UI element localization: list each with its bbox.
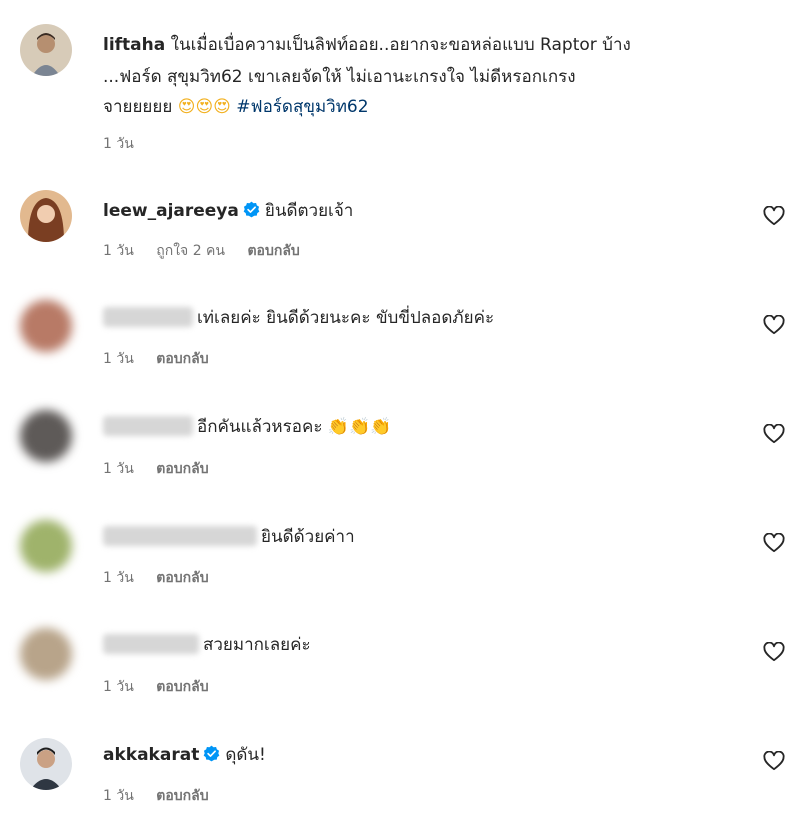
blurred-username — [103, 634, 199, 654]
comment-meta: 1 วัน ถูกใจ 2 คน ตอบกลับ — [103, 240, 318, 262]
avatar[interactable] — [20, 300, 72, 352]
comment-time[interactable]: 1 วัน — [103, 788, 134, 804]
comment-time[interactable]: 1 วัน — [103, 136, 134, 152]
like-heart-icon[interactable] — [763, 315, 785, 335]
avatar[interactable] — [20, 738, 72, 790]
comment-text-line: akkakarat ดุดัน! — [103, 740, 266, 770]
comment-text-line: จายยยยย 😍😍😍 #ฟอร์ดสุขุมวิท62 — [103, 92, 369, 122]
like-heart-icon[interactable] — [763, 206, 785, 226]
comment-time[interactable]: 1 วัน — [103, 570, 134, 586]
comment-text-line: leew_ajareeya ยินดีตวยเจ้า — [103, 196, 353, 226]
comment-text-line: liftaha ในเมื่อเบื่อความเป็นลิฟท์ออย..อย… — [103, 30, 631, 60]
comment-meta: 1 วัน ตอบกลับ — [103, 785, 227, 807]
comment-meta: 1 วัน ตอบกลับ — [103, 676, 227, 698]
hashtag-link[interactable]: #ฟอร์ดสุขุมวิท62 — [236, 97, 368, 117]
avatar[interactable] — [20, 520, 72, 572]
clapping-hands-emoji: 👏👏👏 — [327, 417, 392, 437]
avatar[interactable] — [20, 410, 72, 462]
comment-username[interactable]: liftaha — [103, 35, 165, 55]
comment-time[interactable]: 1 วัน — [103, 679, 134, 695]
comment-text-line: อีกคันแล้วหรอคะ 👏👏👏 — [103, 412, 391, 442]
avatar[interactable] — [20, 24, 72, 76]
reply-button[interactable]: ตอบกลับ — [156, 351, 208, 367]
comment-time[interactable]: 1 วัน — [103, 351, 134, 367]
verified-badge-icon — [204, 745, 220, 762]
comment-meta: 1 วัน — [103, 133, 152, 155]
reply-button[interactable]: ตอบกลับ — [156, 679, 208, 695]
comment-time[interactable]: 1 วัน — [103, 243, 134, 259]
like-heart-icon[interactable] — [763, 533, 785, 553]
comment-likes[interactable]: ถูกใจ 2 คน — [156, 243, 225, 259]
comment-text-line: ยินดีด้วยค่าา — [103, 522, 355, 552]
comment-text-line: เท่เลยค่ะ ยินดีด้วยนะคะ ขับขี่ปลอดภัยค่ะ — [103, 303, 494, 333]
reply-button[interactable]: ตอบกลับ — [156, 461, 208, 477]
like-heart-icon[interactable] — [763, 424, 785, 444]
comment-text: ยินดีด้วยค่าา — [261, 527, 355, 547]
like-heart-icon[interactable] — [763, 751, 785, 771]
avatar[interactable] — [20, 190, 72, 242]
like-heart-icon[interactable] — [763, 642, 785, 662]
comment-text: ดุดัน! — [225, 745, 266, 765]
comment-username[interactable]: akkakarat — [103, 745, 199, 765]
comment-text: ในเมื่อเบื่อความเป็นลิฟท์ออย..อยากจะขอหล… — [170, 35, 631, 55]
verified-badge-icon — [243, 201, 260, 218]
comment-meta: 1 วัน ตอบกลับ — [103, 567, 227, 589]
heart-eyes-emoji: 😍😍😍 — [177, 97, 231, 117]
comment-text: ยินดีตวยเจ้า — [264, 201, 354, 221]
comment-time[interactable]: 1 วัน — [103, 461, 134, 477]
comment-username[interactable]: leew_ajareeya — [103, 201, 239, 221]
reply-button[interactable]: ตอบกลับ — [156, 788, 208, 804]
comment-meta: 1 วัน ตอบกลับ — [103, 348, 227, 370]
comment-text: ...ฟอร์ด สุขุมวิท62 เขาเลยจัดให้ ไม่เอาน… — [103, 67, 576, 87]
blurred-username — [103, 416, 193, 436]
comment-text: จายยยยย — [103, 97, 173, 117]
comment-text: อีกคันแล้วหรอคะ — [197, 417, 323, 437]
reply-button[interactable]: ตอบกลับ — [247, 243, 299, 259]
comment-meta: 1 วัน ตอบกลับ — [103, 458, 227, 480]
comment-text-line: สวยมากเลยค่ะ — [103, 630, 311, 660]
comment-text: เท่เลยค่ะ ยินดีด้วยนะคะ ขับขี่ปลอดภัยค่ะ — [197, 308, 495, 328]
comment-text: สวยมากเลยค่ะ — [203, 635, 311, 655]
avatar[interactable] — [20, 628, 72, 680]
blurred-username — [103, 526, 257, 546]
reply-button[interactable]: ตอบกลับ — [156, 570, 208, 586]
blurred-username — [103, 307, 193, 327]
